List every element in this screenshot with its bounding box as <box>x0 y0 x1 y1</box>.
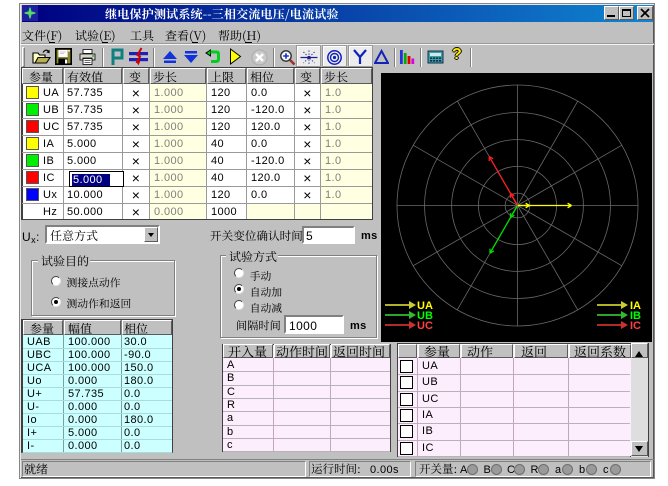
svg-text:UC: UC <box>417 320 433 332</box>
svg-text:IC: IC <box>630 320 641 332</box>
